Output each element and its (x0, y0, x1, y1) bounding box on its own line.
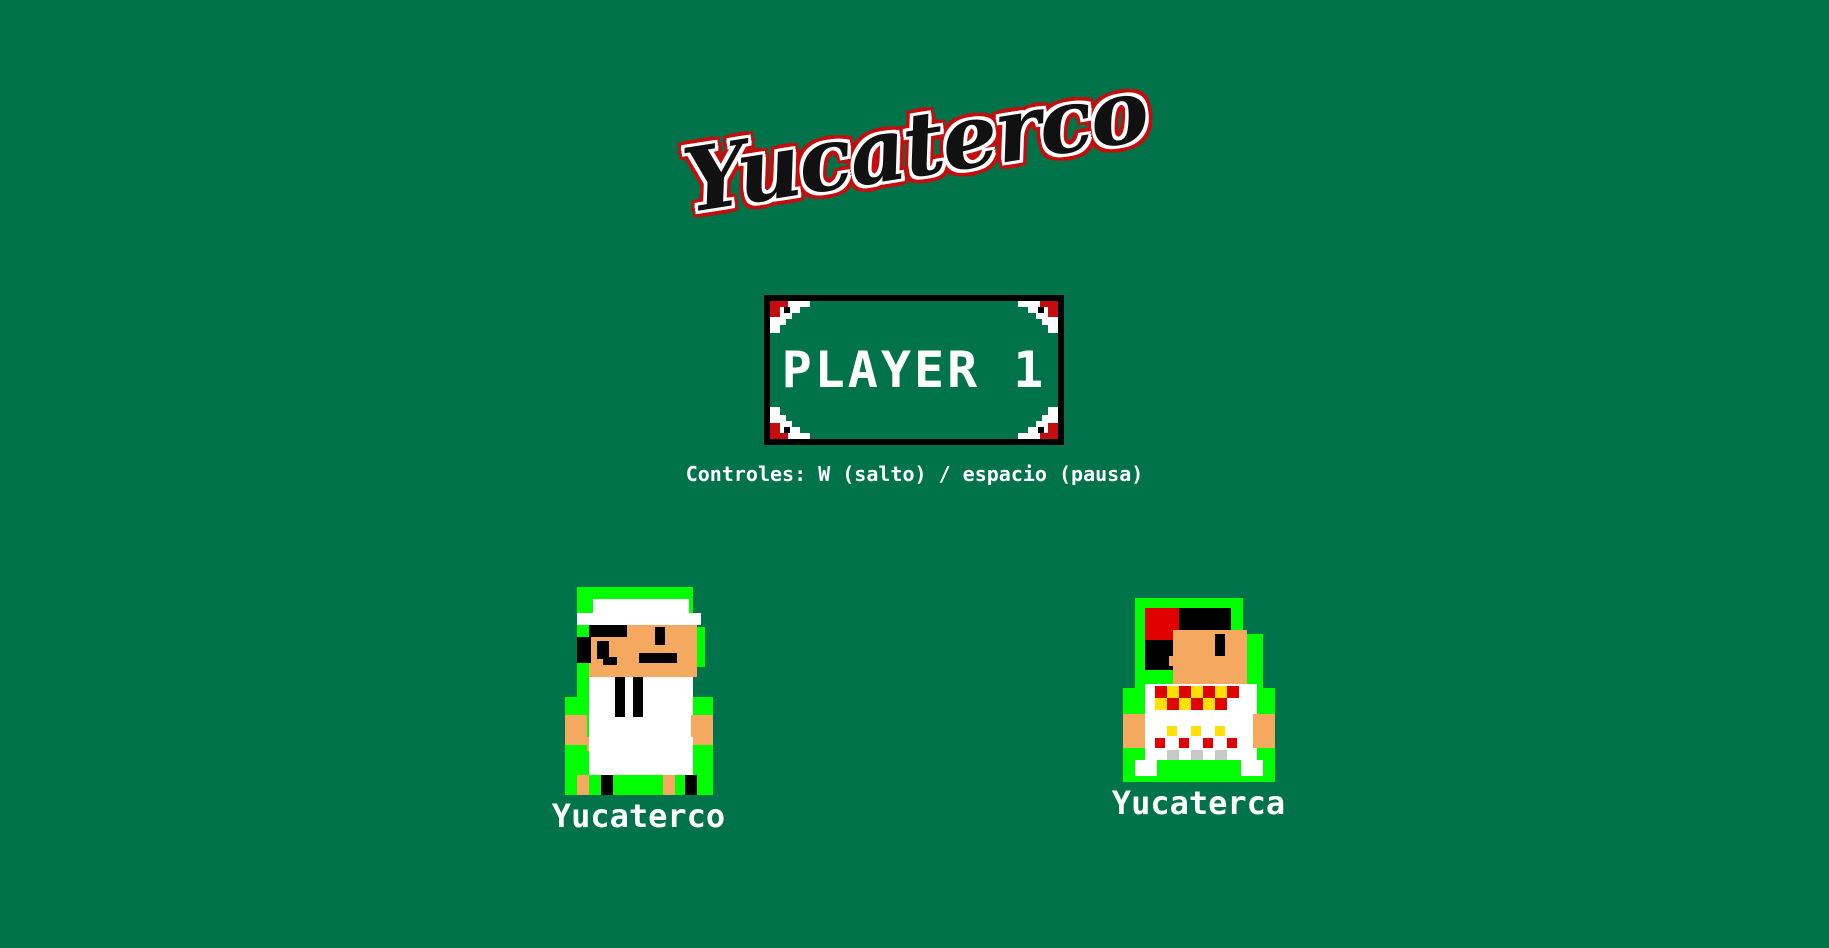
yucaterca-sprite-icon (1122, 598, 1275, 782)
player-1-label: PLAYER 1 (781, 341, 1047, 399)
player-1-button[interactable]: PLAYER 1 (764, 295, 1064, 445)
title-screen: Yucaterco PLAYER 1 Controles: W (salto) … (0, 0, 1829, 948)
logo-text: Yucaterco (676, 57, 1154, 233)
character-select-yucaterco[interactable]: Yucaterco (546, 587, 731, 835)
character-name-yucaterca: Yucaterca (1111, 784, 1286, 822)
game-logo: Yucaterco (676, 40, 1154, 250)
controls-hint: Controles: W (salto) / espacio (pausa) (685, 462, 1144, 486)
yucaterco-sprite-icon (564, 587, 713, 795)
character-select-yucaterca[interactable]: Yucaterca (1106, 598, 1291, 822)
character-name-yucaterco: Yucaterco (551, 797, 726, 835)
